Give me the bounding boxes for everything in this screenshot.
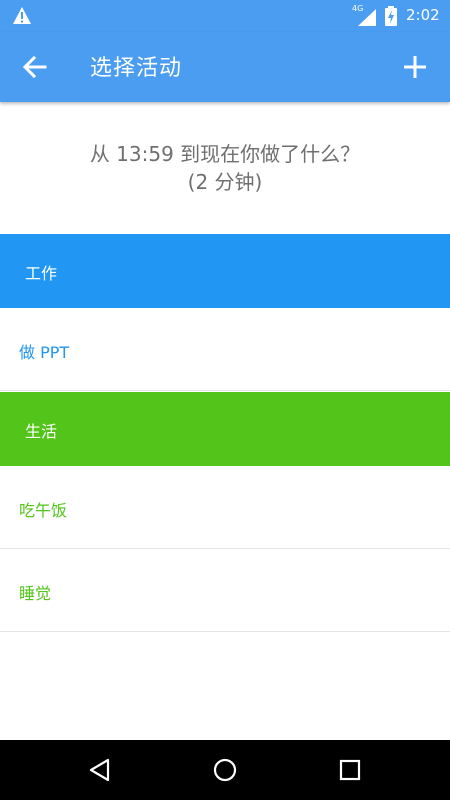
back-triangle-icon[interactable] <box>86 756 114 784</box>
home-circle-icon[interactable] <box>211 756 239 784</box>
activity-label: 吃午饭 <box>19 501 68 520</box>
category-label: 工作 <box>25 264 58 283</box>
activity-label: 做 PPT <box>19 343 70 362</box>
category-header-life: 生活 <box>0 392 450 466</box>
status-time: 2:02 <box>406 6 440 24</box>
warning-icon <box>13 7 31 24</box>
page-title: 选择活动 <box>90 56 183 81</box>
activity-item-lunch[interactable]: 吃午饭 <box>0 466 450 549</box>
app-toolbar: 选择活动 <box>0 32 450 102</box>
activity-item-sleep[interactable]: 睡觉 <box>0 549 450 632</box>
battery-charging-icon <box>385 6 397 26</box>
category-header-work: 工作 <box>0 234 450 308</box>
plus-icon[interactable] <box>400 52 430 82</box>
system-nav-bar <box>0 740 450 800</box>
activity-item-ppt[interactable]: 做 PPT <box>0 308 450 391</box>
question-text: 从 13:59 到现在你做了什么？ <box>89 142 361 166</box>
recents-square-icon[interactable] <box>336 756 364 784</box>
activity-label: 睡觉 <box>19 584 52 603</box>
status-bar: 4G 2:02 <box>0 0 450 32</box>
arrow-left-icon[interactable] <box>20 52 50 82</box>
activity-question: 从 13:59 到现在你做了什么？ (2 分钟) <box>0 140 450 196</box>
category-label: 生活 <box>25 422 58 441</box>
duration-text: (2 分钟) <box>187 170 263 194</box>
signal-icon <box>358 9 376 26</box>
